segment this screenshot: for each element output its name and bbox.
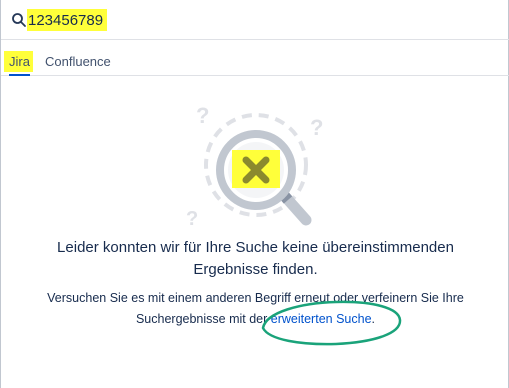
empty-state-title: Leider konnten wir für Ihre Suche keine … — [1, 237, 509, 281]
svg-text:?: ? — [310, 115, 323, 140]
empty-state-title-line1: Leider konnten wir für Ihre Suche keine … — [57, 239, 454, 256]
tab-jira[interactable]: Jira — [9, 52, 30, 72]
body-line2-suffix: . — [371, 312, 376, 326]
svg-text:?: ? — [196, 103, 209, 128]
empty-state-body-line2: Suchergebnisse mit der erweiterten Suche… — [1, 309, 509, 330]
empty-state-title-line2: Ergebnisse finden. — [193, 261, 318, 278]
search-bar — [1, 0, 509, 40]
empty-state-body-line1: Versuchen Sie es mit einem anderen Begri… — [47, 291, 464, 305]
no-results-magnifier-icon: ? ? ? — [186, 103, 323, 230]
product-tabs: Jira Confluence — [1, 44, 509, 76]
svg-text:?: ? — [186, 208, 198, 230]
search-panel: Jira Confluence ? ? ? Leider konnten wir… — [0, 0, 509, 388]
empty-state-body: Versuchen Sie es mit einem anderen Begri… — [1, 288, 509, 330]
body-line2-prefix: Suchergebnisse mit der — [135, 312, 271, 326]
tab-confluence[interactable]: Confluence — [45, 52, 111, 72]
search-icon — [12, 13, 26, 27]
advanced-search-link[interactable]: erweiterten Suche — [271, 312, 372, 326]
active-tab-indicator — [9, 74, 30, 76]
search-input[interactable] — [28, 8, 498, 32]
